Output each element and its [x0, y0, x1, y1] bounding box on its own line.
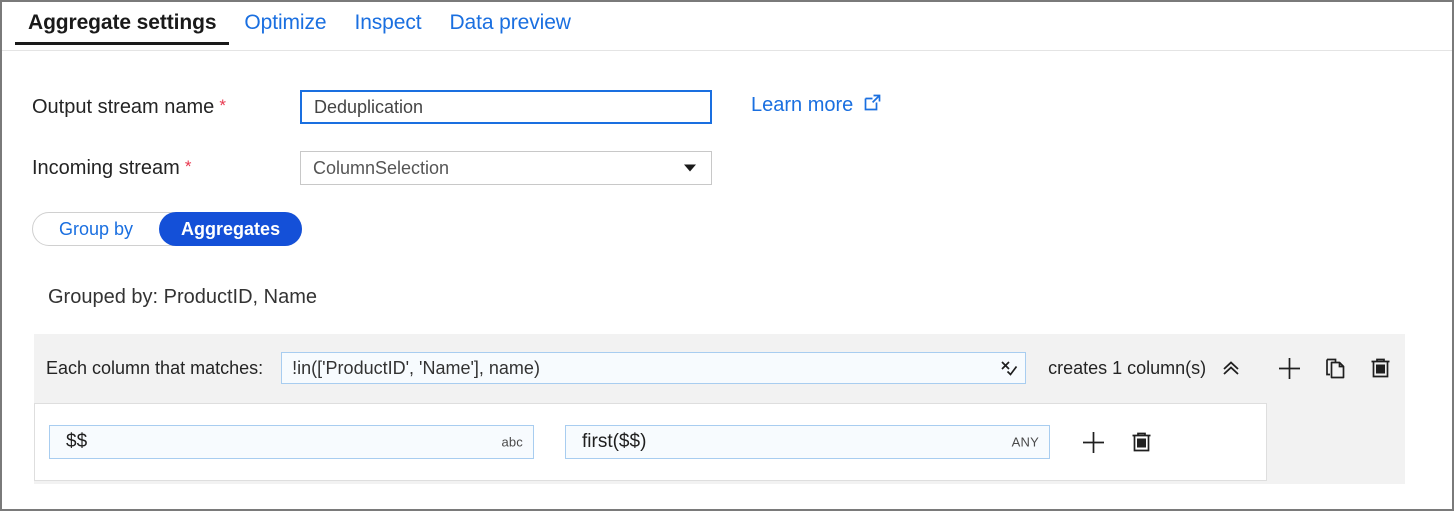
pattern-expression-field [281, 352, 1026, 384]
tab-optimize[interactable]: Optimize [230, 2, 340, 45]
trash-icon[interactable] [1129, 430, 1154, 455]
tab-bar: Aggregate settings Optimize Inspect Data… [2, 2, 1452, 51]
label-text: Incoming stream [32, 157, 180, 179]
chevron-double-up-icon[interactable] [1220, 357, 1242, 379]
toggle-option-aggregates[interactable]: Aggregates [159, 212, 302, 246]
tab-label: Inspect [354, 11, 421, 34]
column-row-actions [1080, 429, 1154, 456]
tab-label: Aggregate settings [28, 11, 216, 34]
label-text: Output stream name [32, 96, 214, 118]
each-column-matches-label: Each column that matches: [46, 358, 263, 379]
learn-more-link[interactable]: Learn more [751, 92, 883, 119]
output-stream-name-row: Output stream name * [32, 90, 712, 124]
aggregate-pattern-panel: Each column that matches: creates 1 colu… [34, 334, 1405, 484]
groupby-aggregates-toggle: Group by Aggregates [32, 212, 302, 246]
tab-inspect[interactable]: Inspect [340, 2, 435, 45]
column-name-input[interactable] [49, 425, 534, 459]
tab-aggregate-settings[interactable]: Aggregate settings [14, 2, 230, 45]
incoming-stream-row: Incoming stream * ColumnSelection [32, 151, 712, 185]
required-asterisk: * [219, 96, 226, 115]
pattern-row-actions [1276, 355, 1393, 382]
plus-icon[interactable] [1080, 429, 1107, 456]
column-value-field: ANY [565, 425, 1050, 459]
learn-more-label: Learn more [751, 94, 853, 117]
grouped-by-summary: Grouped by: ProductID, Name [48, 286, 317, 309]
aggregate-column-row: abc ANY [34, 403, 1267, 481]
column-pattern-row: Each column that matches: creates 1 colu… [34, 334, 1405, 402]
creates-columns-text: creates 1 column(s) [1048, 358, 1206, 379]
external-link-icon [862, 92, 883, 119]
tab-data-preview[interactable]: Data preview [435, 2, 584, 45]
column-name-field: abc [49, 425, 534, 459]
aggregate-settings-panel: Aggregate settings Optimize Inspect Data… [0, 0, 1454, 511]
plus-icon[interactable] [1276, 355, 1303, 382]
tab-label: Data preview [449, 11, 570, 34]
expression-builder-icon[interactable] [999, 358, 1019, 378]
pattern-expression-input[interactable] [281, 352, 1026, 384]
incoming-stream-select[interactable]: ColumnSelection [300, 151, 712, 185]
copy-icon[interactable] [1323, 356, 1348, 381]
tab-label: Optimize [244, 11, 326, 34]
output-stream-name-input[interactable] [300, 90, 712, 124]
output-stream-name-label: Output stream name * [32, 96, 300, 119]
incoming-stream-label: Incoming stream * [32, 157, 300, 180]
toggle-option-group-by[interactable]: Group by [33, 213, 159, 245]
incoming-stream-select-value[interactable]: ColumnSelection [300, 151, 712, 185]
column-value-input[interactable] [565, 425, 1050, 459]
trash-icon[interactable] [1368, 356, 1393, 381]
required-asterisk: * [185, 157, 192, 176]
